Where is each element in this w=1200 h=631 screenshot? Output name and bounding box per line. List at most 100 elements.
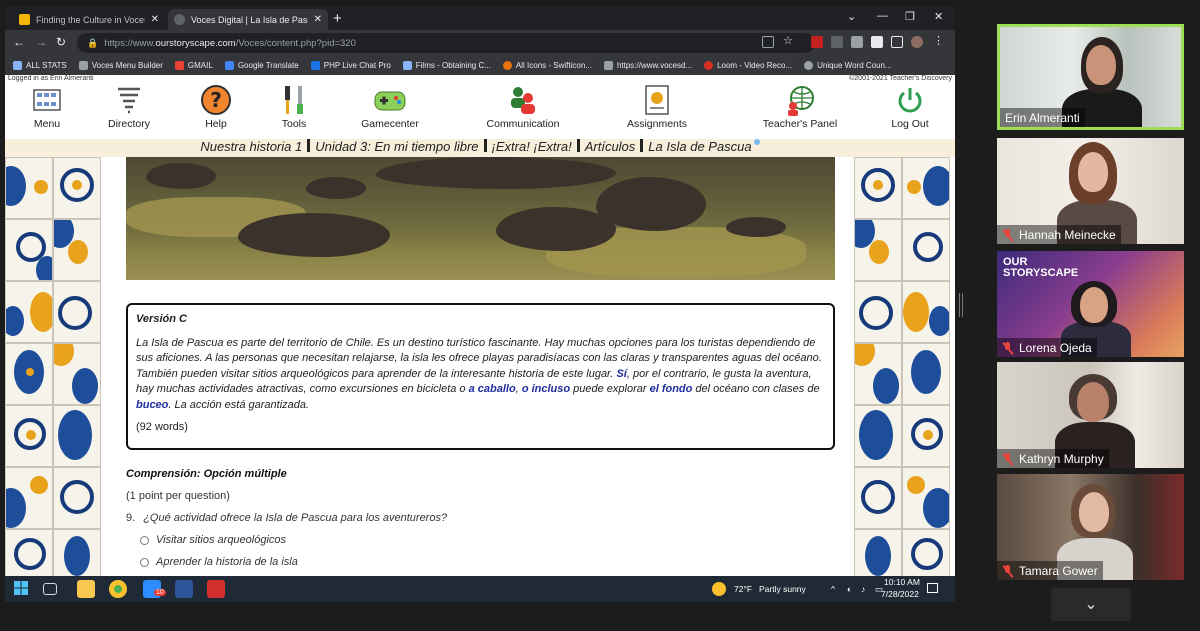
file-explorer-icon[interactable] [77, 580, 95, 598]
nav-tools[interactable]: Tools [254, 82, 334, 130]
windows-start-icon[interactable] [13, 580, 31, 598]
bookmark-item[interactable]: Unique Word Coun... [804, 61, 892, 70]
breadcrumb-item[interactable]: ¡Extra! ¡Extra! [492, 139, 572, 154]
clock-time[interactable]: 10:10 AM [884, 577, 920, 587]
notifications-icon[interactable] [927, 583, 938, 593]
question-text: ¿Qué actividad ofrece la Isla de Pascua … [143, 512, 448, 524]
question-9: 9. ¿Qué actividad ofrece la Isla de Pascu… [126, 512, 447, 524]
app-icon[interactable] [207, 580, 225, 598]
participant-name-tag: Hannah Meinecke [997, 225, 1121, 244]
participant-face [1079, 492, 1109, 532]
nav-log-out[interactable]: Log Out [870, 82, 950, 130]
nav-communication[interactable]: Communication [483, 82, 563, 130]
collapse-gallery-button[interactable]: ⌄ [1051, 588, 1131, 621]
word-count: (92 words) [136, 420, 188, 433]
breadcrumb-item[interactable]: Artículos [585, 139, 636, 154]
nav-help[interactable]: ? Help [176, 82, 256, 130]
system-tray-icon[interactable]: ^ [831, 584, 835, 594]
participant-name-tag: Kathryn Murphy [997, 449, 1109, 468]
reload-button[interactable]: ↻ [56, 35, 66, 49]
video-tile[interactable]: Tamara Gower [997, 474, 1184, 580]
more-menu-icon[interactable]: ⋮ [933, 34, 945, 47]
comprehension-heading: Comprensión: Opción múltiple [126, 468, 287, 480]
breadcrumb-separator [576, 139, 580, 152]
tab-voces-digital[interactable]: Voces Digital | La Isla de Pascua ✕ [168, 9, 328, 30]
vocab-link[interactable]: o incluso [522, 383, 570, 395]
bookmark-item[interactable]: Google Translate [224, 61, 299, 70]
chat-icon [310, 61, 320, 70]
nav-directory[interactable]: Directory [89, 82, 169, 130]
tornado-icon [112, 84, 146, 116]
answer-option[interactable]: Aprender la historia de la isla [140, 556, 298, 568]
panel-resize-handle[interactable] [959, 293, 963, 317]
extension-icon[interactable] [831, 36, 843, 48]
help-question-icon: ? [199, 84, 233, 116]
weather-sun-icon[interactable] [712, 582, 726, 596]
cloud-icon [402, 61, 412, 70]
extension-icon[interactable] [851, 36, 863, 48]
certificate-icon [640, 84, 674, 116]
video-tile[interactable]: OUR STORYSCAPE Lorena Ojeda [997, 251, 1184, 357]
vocab-link[interactable]: el fondo [650, 383, 693, 395]
clock-date[interactable]: 7/28/2022 [881, 589, 919, 599]
video-tile[interactable]: Hannah Meinecke [997, 138, 1184, 244]
vocab-link[interactable]: Sí [616, 368, 626, 380]
forward-button[interactable]: → [35, 35, 47, 49]
restore-button[interactable]: ❐ [905, 10, 915, 23]
profile-avatar-icon[interactable] [911, 36, 923, 48]
nav-teachers-panel[interactable]: Teacher's Panel [753, 82, 847, 130]
network-icon[interactable]: ◐ [847, 584, 852, 594]
bookmark-item[interactable]: Voces Menu Builder [78, 61, 163, 70]
close-tab-icon[interactable]: ✕ [314, 14, 322, 25]
gmail-icon [174, 61, 184, 70]
nav-menu[interactable]: Menu [7, 82, 87, 130]
close-window-button[interactable]: ✕ [934, 10, 943, 23]
bookmark-item[interactable]: GMAIL [174, 61, 213, 70]
nav-assignments[interactable]: Assignments [617, 82, 697, 130]
site-navbar: Menu Directory ? Help Tools Gamecenter C… [5, 82, 955, 140]
bookmark-item[interactable]: Films - Obtaining C... [402, 61, 491, 70]
lock-icon: 🔒 [87, 37, 99, 48]
extension-icon[interactable] [811, 36, 823, 48]
tile-border-right [854, 157, 951, 576]
close-tab-icon[interactable]: ✕ [151, 14, 159, 25]
url-field[interactable]: 🔒 https://www. ourstoryscape.com/Voces/co… [77, 33, 815, 53]
vocab-link[interactable]: buceo [136, 399, 168, 411]
volume-icon[interactable]: ♪ [861, 584, 865, 594]
nav-gamecenter[interactable]: Gamecenter [350, 82, 430, 130]
power-icon [893, 84, 927, 116]
sidebar-icon[interactable] [891, 36, 903, 48]
answer-option[interactable]: Visitar sitios arqueológicos [140, 534, 286, 546]
breadcrumb-item[interactable]: La Isla de Pascua [648, 139, 751, 154]
radio-button[interactable] [140, 535, 149, 545]
task-view-icon[interactable] [43, 583, 57, 595]
globe-person-icon [783, 84, 817, 116]
word-icon[interactable] [175, 580, 193, 598]
breadcrumb-item[interactable]: Unidad 3: En mi tiempo libre [315, 139, 478, 154]
participant-name-tag: Lorena Ojeda [997, 338, 1097, 357]
new-tab-button[interactable]: + [333, 10, 342, 27]
chrome-icon[interactable] [109, 580, 127, 598]
video-tile[interactable]: Kathryn Murphy [997, 362, 1184, 468]
bookmark-star-icon[interactable]: ☆ [783, 34, 795, 47]
radio-button[interactable] [140, 557, 149, 567]
breadcrumb-item[interactable]: Nuestra historia 1 [200, 139, 302, 154]
muted-mic-icon [1002, 452, 1013, 465]
minimize-button[interactable]: — [877, 10, 888, 22]
weather-text: Partly sunny [759, 584, 806, 594]
bookmarks-bar: ALL STATS Voces Menu Builder GMAIL Googl… [5, 56, 955, 75]
site-content: Logged in as Erin Almeranti ©2001-2021 T… [5, 75, 955, 576]
back-button[interactable]: ← [13, 35, 25, 49]
tab-finding-culture[interactable]: Finding the Culture in Voces - Go ✕ [13, 9, 165, 30]
muted-mic-icon [1002, 228, 1013, 241]
puzzle-icon[interactable] [871, 36, 883, 48]
bookmark-item[interactable]: Loom - Video Reco... [704, 61, 792, 70]
bookmark-item[interactable]: ALL STATS [13, 61, 67, 70]
bookmark-item[interactable]: All Icons - Swifticon... [502, 61, 592, 70]
video-tile[interactable]: Erin Almeranti [997, 24, 1184, 130]
tab-search-icon[interactable]: ⌄ [847, 10, 856, 23]
vocab-link[interactable]: a caballo [469, 383, 516, 395]
bookmark-item[interactable]: PHP Live Chat Pro [310, 61, 391, 70]
share-icon[interactable] [762, 36, 774, 48]
bookmark-item[interactable]: https://www.vocesd... [603, 61, 692, 70]
